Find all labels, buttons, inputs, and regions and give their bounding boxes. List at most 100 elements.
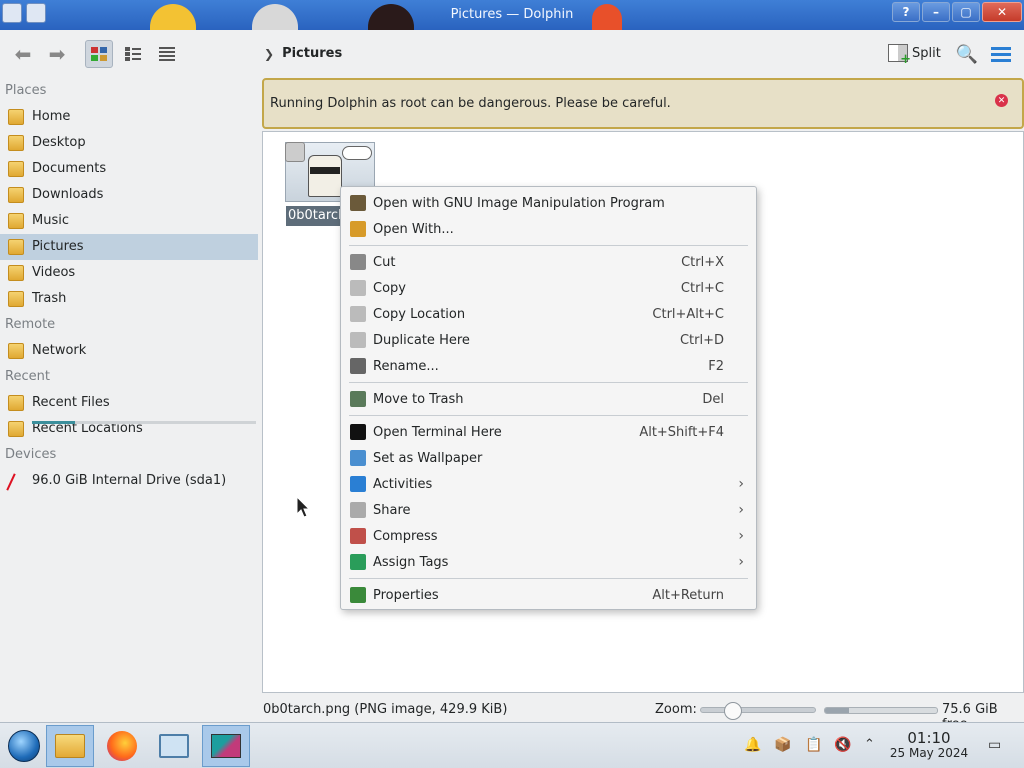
folder-icon bbox=[55, 734, 85, 758]
properties-icon bbox=[350, 587, 366, 603]
updates-icon[interactable]: 📦 bbox=[774, 737, 791, 753]
menu-item-copy[interactable]: Copy Ctrl+C bbox=[341, 275, 756, 301]
zoom-slider[interactable] bbox=[700, 702, 816, 720]
menu-item-cut[interactable]: Cut Ctrl+X bbox=[341, 249, 756, 275]
trash-icon bbox=[8, 291, 24, 307]
sidebar-item-label: 96.0 GiB Internal Drive (sda1) bbox=[32, 473, 227, 488]
taskbar-app[interactable] bbox=[202, 725, 250, 767]
menu-item-move-to-trash[interactable]: Move to Trash Del bbox=[341, 386, 756, 412]
mouse-pointer-icon bbox=[296, 496, 310, 518]
show-desktop-icon[interactable]: ▭ bbox=[988, 737, 1001, 753]
menu-item-share[interactable]: Share › bbox=[341, 497, 756, 523]
menu-item-assign-tags[interactable]: Assign Tags › bbox=[341, 549, 756, 575]
menu-item-label: Properties bbox=[373, 587, 439, 603]
menu-item-shortcut: Del bbox=[702, 391, 724, 407]
sidebar-item-videos[interactable]: Videos bbox=[0, 260, 258, 286]
sidebar-item-label: Desktop bbox=[32, 135, 86, 150]
menu-item-activities[interactable]: Activities › bbox=[341, 471, 756, 497]
menu-item-label: Open With... bbox=[373, 221, 454, 237]
sidebar-item-trash[interactable]: Trash bbox=[0, 286, 258, 312]
system-settings-icon bbox=[159, 734, 189, 758]
menu-item-label: Copy bbox=[373, 280, 406, 296]
icons-view-button[interactable] bbox=[85, 40, 113, 68]
forward-button[interactable]: ➡ bbox=[43, 40, 71, 68]
menu-item-open-with[interactable]: Open With... bbox=[341, 216, 756, 242]
sidebar-section-title: Places bbox=[5, 83, 47, 98]
search-button[interactable]: 🔍 bbox=[953, 40, 981, 68]
copy-icon bbox=[350, 280, 366, 296]
file-name-label[interactable]: 0b0tarch bbox=[286, 206, 340, 226]
sidebar-item-network[interactable]: Network bbox=[0, 338, 258, 364]
menu-item-properties[interactable]: Properties Alt+Return bbox=[341, 582, 756, 608]
status-bar: 0b0tarch.png (PNG image, 429.9 KiB) Zoom… bbox=[0, 698, 1024, 732]
back-button[interactable]: ⬅ bbox=[9, 40, 37, 68]
taskbar-dolphin[interactable] bbox=[46, 725, 94, 767]
sidebar-item-pictures[interactable]: Pictures bbox=[0, 234, 258, 260]
gimp-icon bbox=[350, 195, 366, 211]
sidebar-item-96-0-gib-internal-drive-sda1-[interactable]: 96.0 GiB Internal Drive (sda1) bbox=[0, 468, 258, 494]
sidebar-item-label: Home bbox=[32, 109, 71, 124]
details-view-button[interactable] bbox=[153, 40, 181, 68]
volume-muted-icon[interactable]: 🔇 bbox=[834, 737, 851, 753]
menu-item-label: Move to Trash bbox=[373, 391, 464, 407]
close-warning-icon[interactable]: ✕ bbox=[995, 94, 1008, 107]
selection-toggle[interactable] bbox=[285, 142, 305, 162]
zoom-label: Zoom: bbox=[655, 702, 697, 717]
notifications-icon[interactable]: 🔔 bbox=[744, 737, 761, 753]
menu-item-set-as-wallpaper[interactable]: Set as Wallpaper bbox=[341, 445, 756, 471]
clipboard-icon[interactable]: 📋 bbox=[805, 737, 822, 753]
sidebar-item-documents[interactable]: Documents bbox=[0, 156, 258, 182]
places-panel: Places Home Desktop Documents Downloads Music… bbox=[0, 78, 262, 698]
sidebar-section-title: Devices bbox=[5, 447, 57, 462]
help-button[interactable]: ? bbox=[892, 2, 920, 22]
character-figure-icon bbox=[308, 155, 342, 197]
sidebar-item-label: Pictures bbox=[32, 239, 84, 254]
sidebar-item-home[interactable]: Home bbox=[0, 104, 258, 130]
chevron-right-icon: › bbox=[738, 528, 744, 544]
taskbar-firefox[interactable] bbox=[98, 725, 146, 767]
chevron-right-icon: ❯ bbox=[264, 46, 275, 61]
sidebar-item-downloads[interactable]: Downloads bbox=[0, 182, 258, 208]
taskbar-settings[interactable] bbox=[150, 725, 198, 767]
chevron-up-icon[interactable]: ⌃ bbox=[864, 737, 875, 752]
breadcrumb[interactable]: ❯ Pictures bbox=[264, 46, 342, 61]
sidebar-item-recent-locations[interactable]: Recent Locations bbox=[0, 416, 258, 442]
minimize-button[interactable]: – bbox=[922, 2, 950, 22]
clock[interactable]: 01:10 25 May 2024 bbox=[888, 731, 970, 761]
close-button[interactable]: ✕ bbox=[982, 2, 1022, 22]
split-button[interactable]: Split bbox=[888, 44, 941, 67]
status-text: 0b0tarch.png (PNG image, 429.9 KiB) bbox=[263, 702, 508, 717]
compact-view-button[interactable] bbox=[119, 40, 147, 68]
menu-item-label: Set as Wallpaper bbox=[373, 450, 483, 466]
title-bar[interactable]: Pictures — Dolphin ? – ▢ ✕ bbox=[0, 0, 1024, 30]
activities-icon bbox=[350, 476, 366, 492]
maximize-button[interactable]: ▢ bbox=[952, 2, 980, 22]
taskbar: 🔔 📦 📋 🔇 ⌃ 01:10 25 May 2024 ▭ bbox=[0, 722, 1024, 768]
menu-item-duplicate-here[interactable]: Duplicate Here Ctrl+D bbox=[341, 327, 756, 353]
root-warning-banner: Running Dolphin as root can be dangerous… bbox=[262, 78, 1024, 129]
zoom-slider-handle[interactable] bbox=[723, 702, 742, 720]
sidebar-item-desktop[interactable]: Desktop bbox=[0, 130, 258, 156]
menu-item-open-terminal-here[interactable]: Open Terminal Here Alt+Shift+F4 bbox=[341, 419, 756, 445]
duplicate-icon bbox=[350, 332, 366, 348]
menu-item-compress[interactable]: Compress › bbox=[341, 523, 756, 549]
menu-item-rename[interactable]: Rename... F2 bbox=[341, 353, 756, 379]
menu-separator bbox=[349, 578, 748, 579]
start-button[interactable] bbox=[0, 725, 48, 767]
open-with-icon bbox=[350, 221, 366, 237]
menu-separator bbox=[349, 245, 748, 246]
copy-location-icon bbox=[350, 306, 366, 322]
compact-view-icon bbox=[125, 47, 141, 61]
menu-item-open-with-gnu-image-manipulation-program[interactable]: Open with GNU Image Manipulation Program bbox=[341, 190, 756, 216]
menu-button[interactable] bbox=[987, 40, 1015, 68]
breadcrumb-pictures[interactable]: Pictures bbox=[282, 46, 342, 61]
sidebar-item-recent-files[interactable]: Recent Files bbox=[0, 390, 258, 416]
menu-item-copy-location[interactable]: Copy Location Ctrl+Alt+C bbox=[341, 301, 756, 327]
start-orb-icon bbox=[8, 730, 40, 762]
sidebar-item-label: Documents bbox=[32, 161, 107, 176]
speech-bubble-icon bbox=[342, 146, 372, 160]
sidebar-item-music[interactable]: Music bbox=[0, 208, 258, 234]
sidebar-section-title: Remote bbox=[5, 317, 56, 332]
desktop-folder-icon bbox=[8, 135, 24, 151]
split-view-icon bbox=[888, 44, 911, 67]
